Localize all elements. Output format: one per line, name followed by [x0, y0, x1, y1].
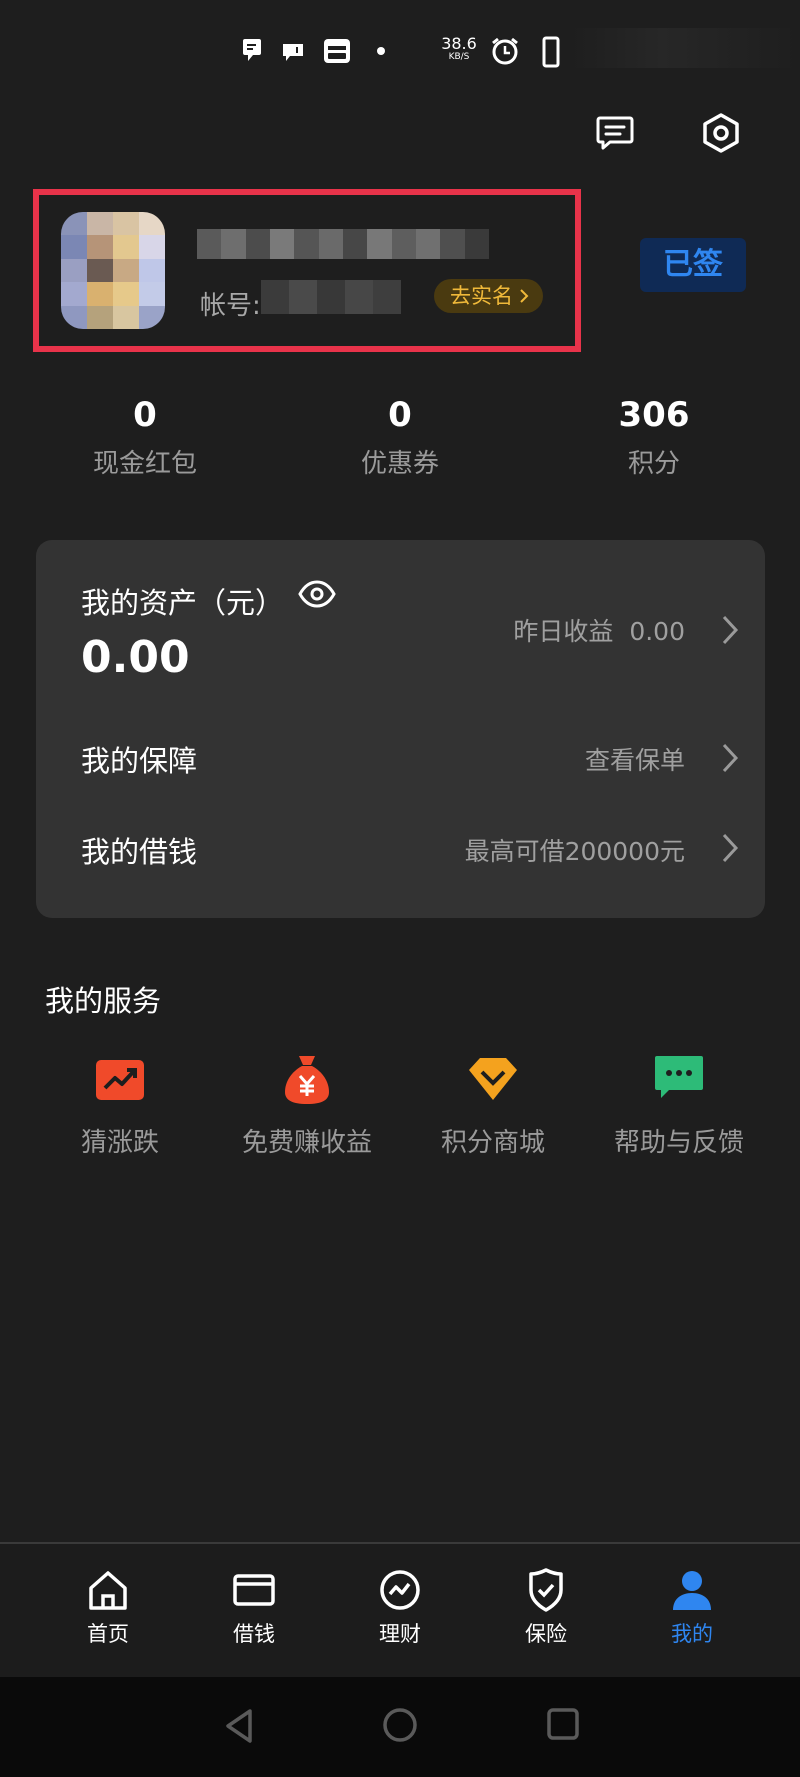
- home-icon: [89, 1571, 127, 1610]
- tab-label: 保险: [525, 1622, 567, 1646]
- profile-highlight-box: 帐号: 去实名: [33, 189, 581, 352]
- dot-icon: [377, 47, 385, 55]
- status-bar: 38.6 KB/S: [0, 0, 800, 104]
- assets-card: 我的资产（元） 0.00 昨日收益 0.00 我的保障 查看保单 我的借钱 最高…: [36, 540, 765, 918]
- my-insurance-label: 我的保障: [81, 744, 198, 778]
- tab-label: 借钱: [233, 1622, 275, 1646]
- diamond-icon: [469, 1058, 517, 1100]
- yesterday-earnings-label: 昨日收益: [513, 617, 614, 646]
- card-icon: [324, 39, 350, 63]
- stat-value: 0: [133, 395, 157, 435]
- service-guess-trend[interactable]: 猜涨跌: [20, 1052, 220, 1159]
- home-circle-icon[interactable]: [382, 1707, 418, 1743]
- service-help-feedback[interactable]: 帮助与反馈: [579, 1052, 779, 1159]
- chat-bubble-icon: [243, 39, 261, 61]
- tab-mine[interactable]: 我的: [619, 1568, 765, 1648]
- settings-icon[interactable]: [700, 112, 742, 154]
- services-title: 我的服务: [45, 984, 162, 1018]
- stat-label: 现金红包: [92, 449, 197, 479]
- shield-check-icon: [529, 1568, 563, 1612]
- tab-label: 首页: [87, 1622, 129, 1646]
- stat-label: 积分: [627, 449, 680, 479]
- chevron-right-icon: [722, 615, 739, 645]
- eye-icon[interactable]: [298, 580, 336, 608]
- money-bag-icon: [285, 1056, 329, 1104]
- stat-coupons[interactable]: 0 优惠券: [310, 393, 490, 480]
- obscured-status-area: [570, 28, 800, 68]
- battery-icon: [542, 36, 560, 68]
- chart-circle-icon: [380, 1570, 420, 1610]
- chat-dots-icon: [655, 1056, 703, 1098]
- tab-home[interactable]: 首页: [35, 1568, 181, 1648]
- tab-label: 我的: [671, 1622, 713, 1646]
- account-label: 帐号:: [200, 291, 261, 321]
- bottom-tab-bar: 首页 借钱 理财 保险 我的: [0, 1542, 800, 1677]
- network-speed-unit: KB/S: [448, 52, 470, 62]
- my-loan-label: 我的借钱: [81, 835, 198, 869]
- tab-wealth[interactable]: 理财: [327, 1568, 473, 1648]
- tab-borrow[interactable]: 借钱: [181, 1568, 327, 1648]
- assets-title: 我的资产（元）: [81, 586, 285, 620]
- signed-in-badge[interactable]: 已签: [640, 238, 746, 292]
- chevron-right-icon: [520, 289, 529, 303]
- avatar[interactable]: [61, 212, 165, 329]
- stat-points[interactable]: 306 积分: [564, 393, 744, 480]
- service-free-earnings[interactable]: 免费赚收益: [207, 1052, 407, 1159]
- verify-identity-label: 去实名: [450, 284, 513, 308]
- notification-icon: [283, 44, 303, 61]
- stat-label: 优惠券: [360, 449, 439, 479]
- service-label: 帮助与反馈: [613, 1128, 744, 1158]
- chevron-right-icon: [722, 743, 739, 773]
- tab-label: 理财: [379, 1622, 421, 1646]
- back-icon[interactable]: [222, 1707, 256, 1745]
- account-number-obscured: [261, 280, 401, 314]
- service-points-mall[interactable]: 积分商城: [393, 1052, 593, 1159]
- tab-insurance[interactable]: 保险: [473, 1568, 619, 1648]
- recents-icon[interactable]: [546, 1707, 580, 1741]
- service-label: 猜涨跌: [80, 1128, 159, 1158]
- max-loan-text: 最高可借200000元: [464, 837, 685, 866]
- service-label: 积分商城: [440, 1128, 545, 1158]
- assets-amount: 0.00: [81, 632, 190, 683]
- view-policy-link: 查看保单: [584, 746, 685, 775]
- yesterday-earnings: 昨日收益 0.00: [513, 612, 685, 648]
- chevron-right-icon: [722, 833, 739, 863]
- alarm-icon: [492, 37, 518, 65]
- network-speed: 38.6 KB/S: [438, 36, 480, 62]
- stat-cash-red-packet[interactable]: 0 现金红包: [55, 393, 235, 480]
- trend-up-icon: [96, 1060, 144, 1100]
- system-navigation-bar: [0, 1677, 800, 1777]
- verify-identity-button[interactable]: 去实名: [434, 279, 543, 313]
- stat-value: 306: [618, 395, 690, 435]
- yesterday-earnings-value: 0.00: [629, 617, 685, 646]
- user-icon: [673, 1571, 711, 1610]
- message-icon[interactable]: [596, 115, 634, 151]
- username-obscured: [197, 229, 489, 259]
- stat-value: 0: [388, 395, 412, 435]
- card-icon: [233, 1574, 275, 1606]
- network-speed-value: 38.6: [441, 34, 477, 53]
- service-label: 免费赚收益: [241, 1128, 372, 1158]
